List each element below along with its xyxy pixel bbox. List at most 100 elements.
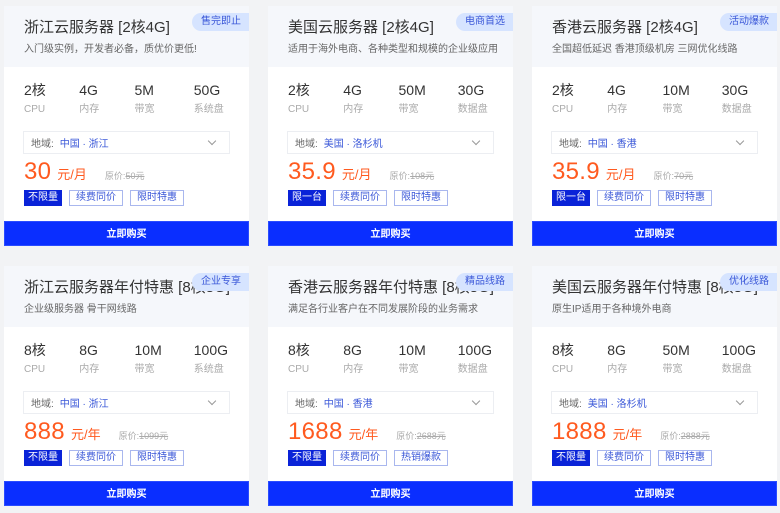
spec-label: 带宽 — [134, 104, 155, 115]
spec-label: CPU — [24, 104, 46, 115]
card-subtitle: 入门级实例，开发者必备，质优价更低! — [24, 44, 197, 55]
buy-now-button[interactable]: 立即购买 — [268, 481, 513, 506]
region-select[interactable]: 地域: 中国 · 香港 — [551, 131, 758, 154]
original-price-value: 2688元 — [416, 431, 446, 441]
spec-label: 系统盘 — [193, 364, 224, 375]
spec-disk: 30G 数据盘 — [458, 81, 513, 125]
tag: 续费同价 — [597, 450, 651, 466]
original-price-label: 原价: — [104, 171, 126, 181]
spec-memory: 4G 内存 — [79, 81, 134, 125]
spec-value: 10M — [662, 82, 690, 98]
tag-primary: 不限量 — [24, 450, 62, 466]
spec-value: 8核 — [288, 342, 310, 358]
spec-value: 30G — [457, 82, 485, 98]
price-row: 30 元/月 原价:50元 — [4, 154, 249, 184]
card-header: 浙江云服务器 [2核4G] 入门级实例，开发者必备，质优价更低! 售完即止 — [4, 6, 249, 67]
region-value: 美国 · 洛杉机 — [587, 399, 647, 410]
spec-label: 带宽 — [398, 364, 419, 375]
price-row: 1888 元/年 原价:2888元 — [532, 414, 777, 444]
region-select[interactable]: 地域: 中国 · 香港 — [287, 391, 494, 414]
original-price-value: 50元 — [125, 171, 145, 181]
product-card: 香港云服务器 [2核4G] 全国超低延迟 香港顶级机房 三网优化线路 活动爆款 … — [532, 6, 777, 246]
original-price: 原价:1099元 — [119, 429, 169, 442]
region-label: 地域: — [559, 139, 582, 150]
tag: 续费同价 — [333, 190, 387, 206]
spec-label: 数据盘 — [457, 104, 488, 115]
buy-now-button[interactable]: 立即购买 — [4, 481, 249, 506]
spec-value: 10M — [134, 342, 162, 358]
spec-value: 8G — [607, 342, 626, 358]
spec-cpu: 2核 CPU — [552, 81, 607, 125]
price-value: 30 — [24, 158, 52, 185]
buy-now-button[interactable]: 立即购买 — [4, 221, 249, 246]
product-card: 浙江云服务器年付特惠 [8核8G] 企业级服务器 骨干网线路 企业专享 8核 C… — [4, 266, 249, 506]
promo-badge: 优化线路 — [720, 273, 777, 291]
spec-label: 数据盘 — [721, 104, 752, 115]
chevron-down-icon — [735, 396, 745, 406]
tag: 限时特惠 — [658, 450, 712, 466]
region-select[interactable]: 地域: 中国 · 浙江 — [23, 131, 230, 154]
region-label: 地域: — [31, 139, 54, 150]
region-value: 中国 · 香港 — [587, 139, 637, 150]
spec-list: 8核 CPU 8G 内存 10M 带宽 100G 系统盘 — [4, 327, 249, 385]
tag: 限时特惠 — [130, 190, 184, 206]
spec-bandwidth: 50M 带宽 — [399, 81, 454, 125]
spec-memory: 4G 内存 — [343, 81, 398, 125]
promo-badge: 电商首选 — [456, 13, 513, 31]
product-card: 香港云服务器年付特惠 [8核8G] 满足各行业客户在不同发展阶段的业务需求 精品… — [268, 266, 513, 506]
buy-now-button[interactable]: 立即购买 — [532, 221, 777, 246]
price-row: 35.9 元/月 原价:70元 — [532, 154, 777, 184]
spec-label: 内存 — [79, 364, 100, 375]
tag: 限时特惠 — [394, 190, 448, 206]
buy-now-button[interactable]: 立即购买 — [532, 481, 777, 506]
tag: 续费同价 — [69, 190, 123, 206]
price-row: 1688 元/年 原价:2688元 — [268, 414, 513, 444]
region-select[interactable]: 地域: 美国 · 洛杉机 — [287, 131, 494, 154]
region-value: 中国 · 香港 — [323, 399, 373, 410]
price-value: 35.9 — [288, 158, 336, 185]
tag: 续费同价 — [69, 450, 123, 466]
card-subtitle: 原生IP适用于各种境外电商 — [552, 304, 672, 315]
promo-badge: 活动爆款 — [720, 13, 777, 31]
spec-label: 内存 — [343, 364, 364, 375]
region-select[interactable]: 地域: 中国 · 浙江 — [23, 391, 230, 414]
original-price: 原价:50元 — [105, 169, 145, 182]
spec-value: 50M — [398, 82, 426, 98]
region-value: 美国 · 洛杉机 — [323, 139, 383, 150]
spec-value: 100G — [193, 342, 228, 358]
spec-list: 2核 CPU 4G 内存 50M 带宽 30G 数据盘 — [268, 67, 513, 125]
spec-value: 8G — [79, 342, 98, 358]
chevron-down-icon — [471, 136, 481, 146]
spec-label: CPU — [288, 364, 310, 375]
card-header: 香港云服务器年付特惠 [8核8G] 满足各行业客户在不同发展阶段的业务需求 精品… — [268, 266, 513, 327]
region-value: 中国 · 浙江 — [59, 139, 109, 150]
spec-label: 内存 — [343, 104, 364, 115]
price-unit: 元/月 — [341, 167, 372, 182]
region-select[interactable]: 地域: 美国 · 洛杉机 — [551, 391, 758, 414]
tag-primary: 不限量 — [288, 450, 326, 466]
price-unit: 元/月 — [57, 167, 87, 182]
tag-list: 不限量 续费同价 限时特惠 — [532, 444, 777, 466]
spec-cpu: 8核 CPU — [552, 341, 607, 385]
spec-value: 50M — [662, 342, 690, 358]
region-label: 地域: — [295, 139, 318, 150]
spec-value: 8G — [343, 342, 362, 358]
spec-bandwidth: 10M 带宽 — [663, 81, 718, 125]
buy-now-button[interactable]: 立即购买 — [268, 221, 513, 246]
spec-value: 10M — [398, 342, 426, 358]
price-unit: 元/年 — [348, 427, 379, 442]
promo-badge: 精品线路 — [456, 273, 513, 291]
spec-disk: 100G 数据盘 — [722, 341, 777, 385]
price-value: 1688 — [288, 418, 343, 445]
spec-disk: 100G 系统盘 — [194, 341, 249, 385]
spec-label: 带宽 — [398, 104, 419, 115]
spec-label: 带宽 — [134, 364, 155, 375]
spec-disk: 100G 数据盘 — [458, 341, 513, 385]
region-label: 地域: — [559, 399, 582, 410]
original-price-value: 70元 — [674, 171, 694, 181]
spec-label: 内存 — [79, 104, 100, 115]
spec-label: 数据盘 — [457, 364, 488, 375]
price-unit: 元/年 — [70, 427, 101, 442]
spec-label: 内存 — [607, 104, 628, 115]
region-value: 中国 · 浙江 — [59, 399, 109, 410]
